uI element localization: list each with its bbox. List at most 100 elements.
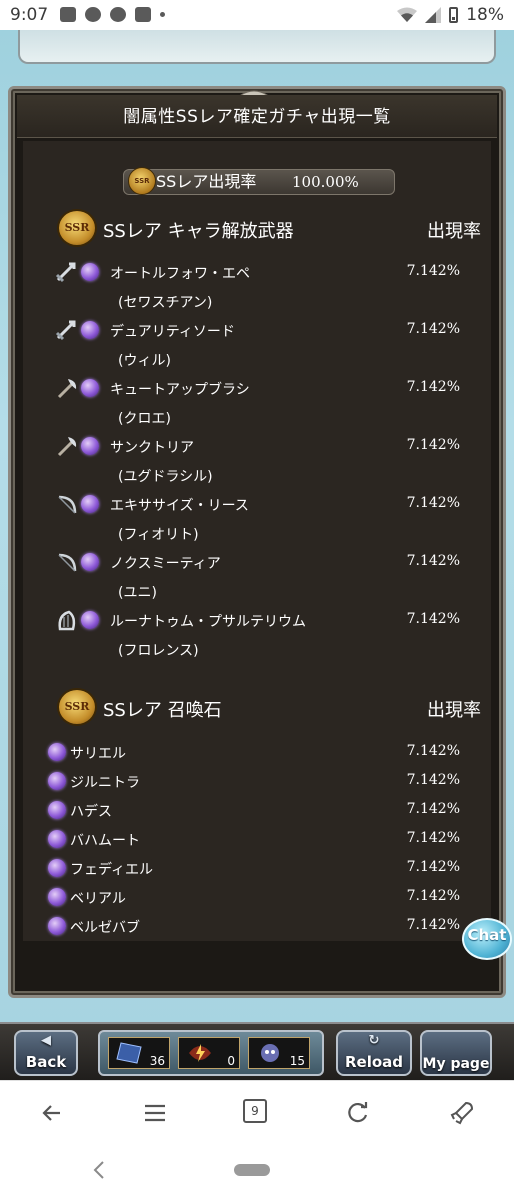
home-pill[interactable] [234, 1164, 270, 1176]
character-name: (クロエ) [118, 411, 171, 427]
dark-element-icon [48, 772, 66, 790]
sword-icon [55, 320, 76, 341]
ssr-icon: SSR [57, 688, 97, 726]
gallery-icon [60, 7, 76, 22]
bow-icon [58, 553, 77, 572]
character-name: (セワスチアン) [118, 295, 213, 311]
rate-value: 100.00% [292, 173, 359, 191]
weapon-rate: 7.142% [406, 553, 460, 569]
weapon-rate: 7.142% [406, 321, 460, 337]
weapon-rate: 7.142% [406, 437, 460, 453]
item-count: 36 [149, 1054, 165, 1068]
wifi-icon [397, 7, 418, 22]
summon-rate: 7.142% [406, 917, 460, 933]
weapon-name: オートルフォワ・エペ [110, 266, 250, 282]
tab-count-button[interactable]: 9 [243, 1099, 267, 1123]
summon-rate: 7.142% [406, 772, 460, 788]
ssr-icon: SSR [128, 167, 156, 195]
weapon-name: サンクトリア [110, 440, 194, 456]
crystal-card-icon [116, 1042, 142, 1064]
lightning-icon [189, 1044, 211, 1062]
reload-label: Reload [344, 1053, 404, 1071]
weapons-section-header: SSR SSレア キャラ解放武器 出現率 [51, 209, 481, 247]
sword-icon [55, 262, 76, 283]
dark-element-icon [48, 743, 66, 761]
weapon-name: ノクスミーティア [110, 556, 221, 572]
item-slot-energy[interactable]: 0 [178, 1037, 240, 1069]
rate-column-header: 出現率 [427, 700, 481, 721]
item-slot-character[interactable]: 15 [248, 1037, 310, 1069]
dark-element-icon [48, 859, 66, 877]
summon-rate: 7.142% [406, 743, 460, 759]
battery-level: 18% [466, 5, 504, 25]
mypage-label: My page [422, 1056, 490, 1072]
menu-icon[interactable] [141, 1099, 169, 1127]
summon-name: バハムート [70, 833, 140, 849]
item-count: 0 [227, 1054, 235, 1068]
item-slot-crystal[interactable]: 36 [108, 1037, 170, 1069]
rate-label: SSレア出現率 [156, 172, 257, 191]
browser-back-icon[interactable] [38, 1099, 66, 1127]
system-navigation [0, 1144, 514, 1200]
back-button[interactable]: ◀ Back [14, 1030, 78, 1076]
reload-icon: ↻ [368, 1033, 380, 1048]
battery-icon [449, 7, 459, 23]
previous-panel-edge [18, 30, 496, 64]
dark-element-icon [81, 553, 99, 571]
clock: 9:07 [10, 5, 49, 25]
axe-icon [57, 437, 77, 457]
summon-name: ベリアル [70, 891, 126, 907]
dark-element-icon [81, 263, 99, 281]
rocket-icon[interactable] [448, 1099, 476, 1127]
back-label: Back [25, 1053, 67, 1071]
character-icon [261, 1044, 279, 1062]
rate-column-header: 出現率 [427, 221, 481, 242]
summon-rate: 7.142% [406, 801, 460, 817]
harp-icon [58, 610, 76, 631]
summon-name: ベルゼバブ [70, 920, 140, 936]
chat-button[interactable]: Chat [462, 918, 512, 960]
summon-name: フェディエル [70, 862, 154, 878]
refresh-icon[interactable] [344, 1099, 372, 1127]
overall-rate-bar: SSR SSレア出現率 100.00% [123, 167, 395, 195]
weapon-name: ルーナトゥム・プサルテリウム [110, 614, 306, 630]
weapon-rate: 7.142% [406, 379, 460, 395]
dark-element-icon [48, 917, 66, 935]
panel-title: 闇属性SSレア確定ガチャ出現一覧 [17, 95, 497, 138]
game-controller-icon [85, 7, 101, 22]
gacha-rates-panel: 闇属性SSレア確定ガチャ出現一覧 SSR SSレア出現率 100.00% SSR… [8, 86, 506, 998]
system-back-icon[interactable] [90, 1160, 108, 1180]
summon-rate: 7.142% [406, 859, 460, 875]
browser-toolbar: 9 [0, 1080, 514, 1145]
ssr-icon: SSR [57, 209, 97, 247]
section-title: SSレア キャラ解放武器 [103, 221, 294, 242]
dark-element-icon [48, 830, 66, 848]
mypage-button[interactable]: My page [420, 1030, 492, 1076]
weapon-rate: 7.142% [406, 495, 460, 511]
character-name: (ユニ) [118, 585, 157, 601]
message-icon [110, 7, 126, 22]
rates-list-area[interactable] [23, 141, 491, 941]
reload-button[interactable]: ↻ Reload [336, 1030, 412, 1076]
dark-element-icon [81, 495, 99, 513]
status-bar: 9:07 18% [0, 0, 514, 30]
dark-element-icon [48, 801, 66, 819]
more-notifications-icon [160, 12, 165, 17]
weapon-rate: 7.142% [406, 263, 460, 279]
dark-element-icon [81, 379, 99, 397]
bow-icon [58, 495, 77, 514]
youtube-icon [135, 7, 151, 22]
weapon-name: エキササイズ・リース [110, 498, 249, 514]
summon-rate: 7.142% [406, 888, 460, 904]
game-footer-bar: ◀ Back 36 0 15 ↻ Reload My page [0, 1022, 514, 1082]
summon-name: ジルニトラ [70, 775, 140, 791]
weapon-name: キュートアップブラシ [110, 382, 250, 398]
summons-section-header: SSR SSレア 召喚石 出現率 [51, 688, 481, 726]
dark-element-icon [81, 321, 99, 339]
dark-element-icon [81, 437, 99, 455]
section-title: SSレア 召喚石 [103, 700, 222, 721]
notification-icons [60, 7, 165, 22]
axe-icon [57, 379, 77, 399]
summon-name: ハデス [70, 804, 112, 820]
character-name: (ユグドラシル) [118, 469, 213, 485]
